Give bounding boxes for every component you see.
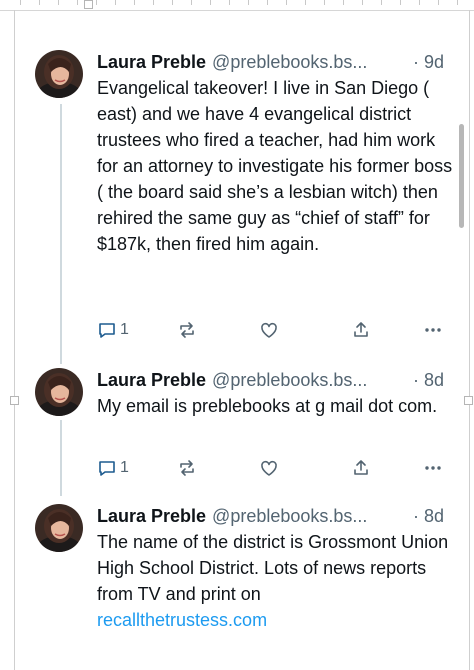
thread-connector-line — [60, 104, 62, 364]
ruler-tick — [115, 0, 116, 5]
more-button[interactable] — [423, 320, 443, 340]
ruler-tick — [457, 0, 458, 5]
ruler-tick — [134, 0, 135, 5]
thread-connector-line — [60, 420, 62, 496]
ruler-tick — [229, 0, 230, 5]
ruler-tick — [324, 0, 325, 5]
reply-button[interactable]: 1 — [97, 320, 129, 340]
more-icon — [423, 320, 443, 340]
share-button[interactable] — [351, 320, 371, 340]
post-link[interactable]: recallthetrustess.com — [97, 610, 267, 630]
like-icon — [259, 458, 279, 478]
ruler-tick — [286, 0, 287, 5]
avatar[interactable] — [35, 50, 83, 98]
author-name[interactable]: Laura Preble — [97, 50, 206, 74]
ruler-tick — [172, 0, 173, 5]
like-button[interactable] — [259, 320, 279, 340]
ruler-tick — [210, 0, 211, 5]
ruler-tick — [58, 0, 59, 5]
post-header: Laura Preble @preblebooks.bs... · 8d — [97, 504, 457, 528]
ruler-tick — [248, 0, 249, 5]
like-button[interactable] — [259, 458, 279, 478]
ruler-tick — [438, 0, 439, 5]
post-header: Laura Preble @preblebooks.bs... · 8d — [97, 368, 457, 392]
ruler-tick — [77, 0, 78, 5]
ruler-tick — [191, 0, 192, 5]
ruler-tick — [20, 0, 21, 5]
resize-handle-right[interactable] — [464, 396, 473, 405]
ruler-tick — [419, 0, 420, 5]
ruler-tick — [362, 0, 363, 5]
more-button[interactable] — [423, 458, 443, 478]
ruler-handle[interactable] — [84, 0, 93, 9]
post-header: Laura Preble @preblebooks.bs... · 9d — [97, 50, 457, 74]
ruler-tick — [400, 0, 401, 5]
repost-button[interactable] — [177, 458, 197, 478]
repost-icon — [177, 458, 197, 478]
author-handle[interactable]: @preblebooks.bs... — [212, 50, 367, 74]
scrollbar-thumb[interactable] — [459, 124, 464, 228]
reply-icon — [97, 458, 117, 478]
resize-handle-left[interactable] — [10, 396, 19, 405]
author-name[interactable]: Laura Preble — [97, 504, 206, 528]
post-time[interactable]: · 8d — [413, 368, 444, 392]
post-text: The name of the district is Grossmont Un… — [97, 532, 449, 630]
ruler-tick — [153, 0, 154, 5]
reply-button[interactable]: 1 — [97, 458, 129, 478]
like-icon — [259, 320, 279, 340]
share-button[interactable] — [351, 458, 371, 478]
share-icon — [351, 320, 371, 340]
post-actions: 1 — [97, 458, 445, 482]
repost-icon — [177, 320, 197, 340]
reply-count: 1 — [120, 459, 129, 476]
author-handle[interactable]: @preblebooks.bs... — [212, 504, 367, 528]
author-handle[interactable]: @preblebooks.bs... — [212, 368, 367, 392]
post-text: My email is preblebooks at g mail dot co… — [97, 396, 438, 416]
repost-button[interactable] — [177, 320, 197, 340]
avatar[interactable] — [35, 504, 83, 552]
ruler-tick — [96, 0, 97, 5]
post-text: Evangelical takeover! I live in San Dieg… — [97, 78, 453, 254]
ruler-tick — [267, 0, 268, 5]
post-actions: 1 — [97, 320, 445, 344]
more-icon — [423, 458, 443, 478]
reply-count: 1 — [120, 321, 129, 338]
reply-icon — [97, 320, 117, 340]
ruler-tick — [343, 0, 344, 5]
post-time[interactable]: · 9d — [413, 50, 444, 74]
share-icon — [351, 458, 371, 478]
post-time[interactable]: · 8d — [413, 504, 444, 528]
ruler-tick — [39, 0, 40, 5]
ruler-tick — [381, 0, 382, 5]
avatar[interactable] — [35, 368, 83, 416]
author-name[interactable]: Laura Preble — [97, 368, 206, 392]
ruler-tick — [305, 0, 306, 5]
